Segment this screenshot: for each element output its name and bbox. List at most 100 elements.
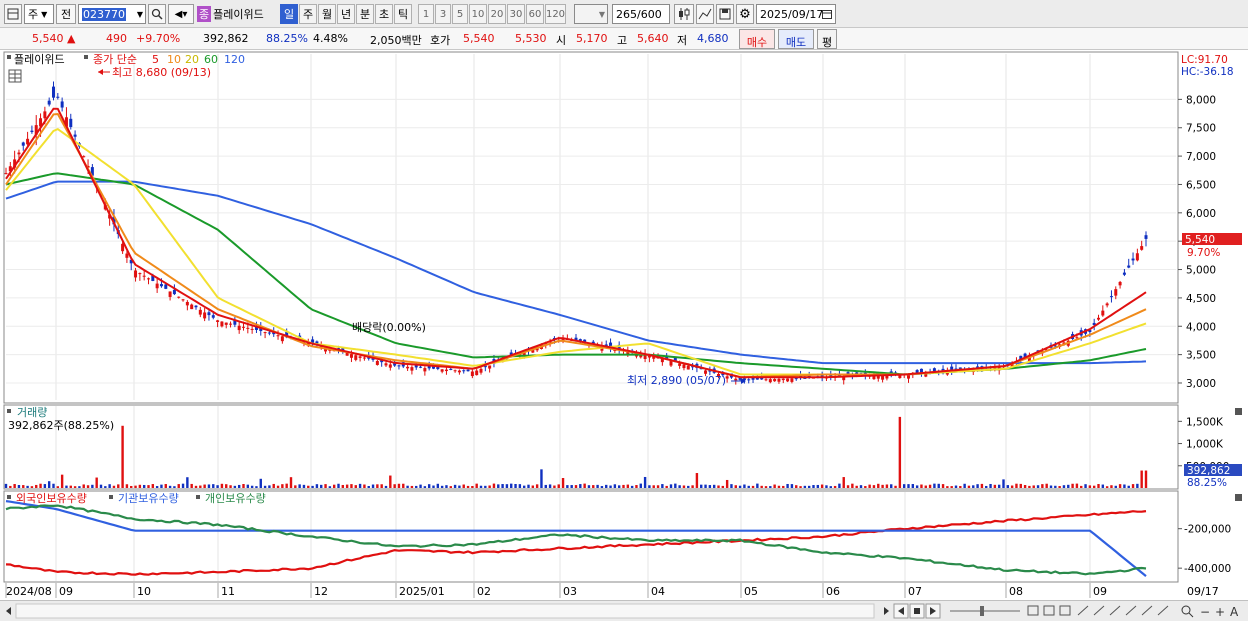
volume-bar: [730, 484, 733, 488]
interval-tab-3[interactable]: 3: [435, 4, 451, 24]
volume-bar: [151, 484, 155, 488]
open-label: 시: [556, 34, 567, 47]
volume-bar: [371, 484, 375, 488]
period-tab-4[interactable]: 분: [356, 4, 374, 24]
interval-tab-30[interactable]: 30: [507, 4, 525, 24]
volume-bar: [328, 486, 332, 488]
ma10-label: 10: [167, 53, 181, 66]
drawing-tools[interactable]: [1027, 605, 1169, 616]
volume-bar: [479, 485, 483, 488]
period-tab-1[interactable]: 주: [299, 4, 317, 24]
close-panel-icon[interactable]: [1235, 408, 1242, 415]
volume-bar: [700, 484, 703, 488]
volume-bar: [890, 484, 893, 488]
interval-tab-20[interactable]: 20: [488, 4, 506, 24]
font-size-icon[interactable]: A: [1230, 605, 1239, 619]
interval-tab-10[interactable]: 10: [469, 4, 487, 24]
candle-body: [449, 368, 453, 370]
scroll-right-icon[interactable]: [884, 607, 889, 615]
period-tab-5[interactable]: 초: [375, 4, 393, 24]
volume-bar: [99, 484, 103, 488]
chart-type-button[interactable]: [674, 4, 694, 24]
volume-bar: [466, 485, 470, 488]
volume-bar: [609, 485, 612, 488]
interval-tab-60[interactable]: 60: [526, 4, 544, 24]
save-button[interactable]: [716, 4, 734, 24]
code-input[interactable]: 023770 ▼: [78, 4, 146, 24]
period-tab-0[interactable]: 일: [280, 4, 298, 24]
stop-icon[interactable]: [914, 608, 920, 614]
prev-button[interactable]: 전: [56, 4, 76, 24]
volume-bar: [272, 483, 275, 488]
count-value: 265: [616, 7, 637, 21]
candle-body: [349, 354, 353, 358]
volume-bar: [138, 484, 142, 488]
volume-bar: [825, 485, 828, 488]
sound-button[interactable]: ◀▾: [168, 4, 194, 24]
interval-select[interactable]: ▼: [574, 4, 608, 24]
volume-bar: [207, 484, 211, 488]
volume-bar: [1080, 485, 1083, 488]
chart-svg[interactable]: 8,0007,5007,0006,5006,0005,5005,0004,500…: [0, 50, 1248, 600]
volume-bar: [725, 479, 729, 488]
zoom-handle[interactable]: [980, 606, 984, 616]
sell-label: 매도: [785, 36, 807, 49]
candle-body: [475, 370, 479, 376]
candle-body: [47, 100, 51, 105]
volume-bar: [522, 485, 526, 488]
volume-bar: [985, 485, 988, 488]
period-tab-6[interactable]: 틱: [394, 4, 412, 24]
candle-body: [203, 312, 207, 319]
volume-bar: [475, 483, 478, 488]
chart-area[interactable]: 8,0007,5007,0006,5006,0005,5005,0004,500…: [0, 50, 1248, 600]
candle-body: [1101, 310, 1105, 316]
eval-button[interactable]: 평: [817, 29, 837, 49]
candle-body: [216, 320, 220, 322]
volume-bar: [112, 485, 116, 488]
settings-button[interactable]: ⚙: [736, 4, 754, 24]
volume-bar: [358, 483, 362, 488]
zoom-in-icon[interactable]: +: [1215, 605, 1225, 619]
period-tab-3[interactable]: 년: [337, 4, 355, 24]
interval-tab-5[interactable]: 5: [452, 4, 468, 24]
volume-bar: [950, 486, 953, 488]
candle-body: [375, 360, 379, 365]
sell-button[interactable]: 매도: [778, 29, 814, 49]
period-tab-2[interactable]: 월: [318, 4, 336, 24]
volume-bar: [462, 484, 465, 488]
zoom-icon[interactable]: [1181, 605, 1191, 615]
zoom-out-icon[interactable]: −: [1200, 605, 1210, 619]
volume-bar: [626, 484, 630, 488]
volume-bar: [894, 485, 897, 488]
volume-bar: [65, 485, 68, 488]
date-input[interactable]: 2025/09/17: [756, 4, 836, 24]
x-tick-label: 09: [1093, 585, 1107, 598]
market-select[interactable]: 주 ▼: [24, 4, 54, 24]
volume-bar: [846, 485, 850, 488]
volume-bar: [307, 485, 310, 488]
count-input[interactable]: 265 /600: [612, 4, 670, 24]
candle-body: [1135, 253, 1139, 261]
volume-bar: [281, 484, 284, 488]
close-panel-icon[interactable]: [1235, 494, 1242, 501]
window-menu-icon[interactable]: [4, 4, 22, 24]
buy-button[interactable]: 매수: [739, 29, 775, 49]
volume-bar: [1023, 485, 1027, 488]
draw-button[interactable]: [696, 4, 714, 24]
scroll-left-icon[interactable]: [6, 607, 11, 615]
y-tick-label: 6,500: [1186, 179, 1216, 191]
interval-tab-120[interactable]: 120: [545, 4, 566, 24]
volume-bar: [639, 483, 642, 488]
volume-bar: [613, 484, 617, 488]
interval-tab-1[interactable]: 1: [418, 4, 434, 24]
panel-name: 플레이위드: [14, 53, 65, 66]
stock-name-box: 종 플레이위드: [197, 4, 277, 24]
scroll-controls[interactable]: − + A: [0, 601, 1248, 621]
volume-bar: [596, 484, 599, 488]
chevron-down-icon: ▼: [598, 9, 605, 19]
candle-body: [682, 364, 686, 369]
candle-body: [462, 370, 466, 372]
playback-controls[interactable]: [893, 603, 941, 619]
search-button[interactable]: [148, 4, 166, 24]
scroll-track[interactable]: [15, 603, 875, 619]
